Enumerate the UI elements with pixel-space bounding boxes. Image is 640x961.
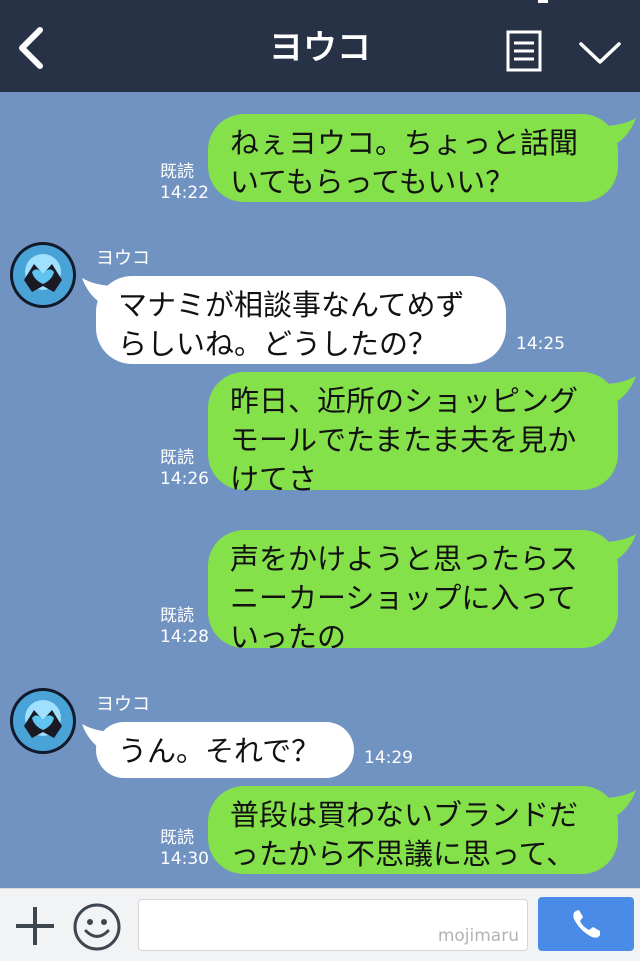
message-input[interactable]: mojimaru — [138, 899, 528, 951]
watermark: mojimaru — [437, 926, 519, 946]
message-meta: 既読 14:30 — [160, 828, 209, 870]
smiley-icon[interactable] — [72, 902, 122, 952]
message-text: いったの — [230, 620, 347, 654]
plus-icon[interactable] — [14, 905, 56, 947]
message-text: いてもらってもいい？ — [230, 165, 515, 199]
message-text: うん。それで？ — [118, 734, 321, 768]
message-text: 昨日、近所のショッピング — [230, 384, 579, 418]
phone-icon — [573, 910, 600, 938]
avatar-image — [10, 242, 76, 308]
message-bubble: 声をかけようと思ったらス ニーカーショップに入って いったの — [208, 530, 618, 654]
message-meta: 既読 14:28 — [160, 606, 209, 648]
avatar[interactable] — [10, 242, 76, 308]
document-menu-icon[interactable] — [506, 30, 542, 72]
message-text: けてさ — [230, 462, 318, 496]
message-outgoing: 普段は買わないブランドだ ったから不思議に思って、 既読 14:30 — [0, 786, 640, 878]
message-incoming: ヨウコ マナミが相談事なんてめず らしいね。どうしたの？ 14:25 — [0, 240, 640, 370]
message-meta: 既読 14:22 — [160, 162, 209, 204]
message-time: 14:30 — [160, 849, 209, 869]
input-bar: mojimaru — [0, 888, 640, 961]
message-text: らしいね。どうしたの？ — [118, 327, 438, 361]
message-bubble: 昨日、近所のショッピング モールでたまたま夫を見か けてさ — [208, 372, 618, 496]
read-receipt: 既読 — [160, 162, 194, 182]
message-bubble: 普段は買わないブランドだ ったから不思議に思って、 — [208, 786, 618, 874]
avatar[interactable] — [10, 688, 76, 754]
chat-title: ヨウコ — [269, 28, 371, 68]
read-receipt: 既読 — [160, 828, 194, 848]
read-receipt: 既読 — [160, 606, 194, 626]
read-receipt: 既読 — [160, 448, 194, 468]
chat-header: ヨウコ — [0, 0, 640, 92]
message-time: 14:22 — [160, 183, 209, 203]
message-time: 14:28 — [160, 627, 209, 647]
sender-name: ヨウコ — [96, 694, 150, 715]
message-outgoing: ねぇヨウコ。ちょっと話聞 いてもらってもいい？ 既読 14:22 — [0, 114, 640, 206]
message-time: 14:26 — [160, 469, 209, 489]
message-text: モールでたまたま夫を見か — [230, 423, 577, 457]
message-list[interactable]: ねぇヨウコ。ちょっと話聞 いてもらってもいい？ 既読 14:22 ヨウコ マナミ… — [0, 92, 640, 888]
message-text: 普段は買わないブランドだ — [230, 798, 579, 832]
message-bubble: ねぇヨウコ。ちょっと話聞 いてもらってもいい？ — [208, 114, 618, 202]
message-time: 14:29 — [364, 748, 413, 768]
message-text: ねぇヨウコ。ちょっと話聞 — [230, 126, 579, 160]
message-text: 声をかけようと思ったらス — [230, 542, 579, 576]
message-bubble: うん。それで？ — [96, 722, 354, 778]
chevron-down-icon[interactable] — [578, 40, 622, 66]
sender-name: ヨウコ — [96, 248, 150, 269]
avatar-image — [10, 688, 76, 754]
message-text: ニーカーショップに入って — [230, 581, 576, 615]
message-outgoing: 昨日、近所のショッピング モールでたまたま夫を見か けてさ 既読 14:26 — [0, 372, 640, 496]
message-meta: 既読 14:26 — [160, 448, 209, 490]
call-button[interactable] — [538, 897, 634, 951]
message-bubble: マナミが相談事なんてめず らしいね。どうしたの？ — [96, 276, 506, 364]
message-time: 14:25 — [516, 334, 565, 354]
message-text: ったから不思議に思って、 — [230, 837, 576, 871]
message-outgoing: 声をかけようと思ったらス ニーカーショップに入って いったの 既読 14:28 — [0, 530, 640, 654]
message-incoming: ヨウコ うん。それで？ 14:29 — [0, 686, 640, 778]
message-text: マナミが相談事なんてめず — [118, 288, 465, 322]
